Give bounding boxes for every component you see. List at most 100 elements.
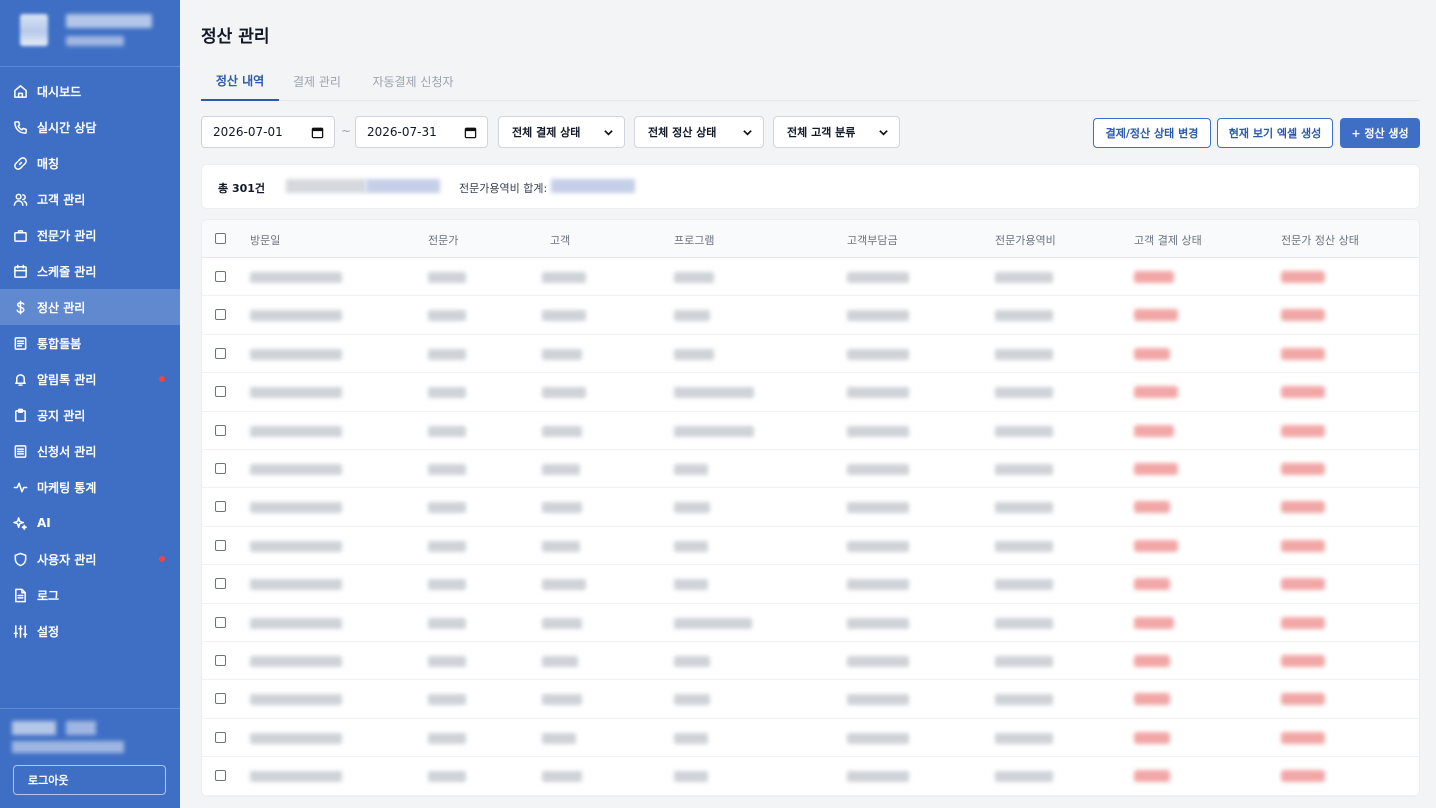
cell-redacted bbox=[542, 617, 582, 629]
cell-redacted bbox=[542, 348, 582, 360]
row-checkbox[interactable] bbox=[215, 424, 226, 436]
status-badge-redacted bbox=[1281, 693, 1325, 706]
sidebar-item-8[interactable]: 통합돌봄 bbox=[0, 325, 180, 361]
cell-redacted bbox=[428, 464, 466, 475]
customer-category-select[interactable]: 전체 고객 분류 bbox=[773, 116, 900, 148]
start-date-input[interactable]: 2026-07-01 bbox=[201, 116, 335, 148]
export-excel-button[interactable]: 현재 보기 엑셀 생성 bbox=[1217, 118, 1333, 148]
logout-button[interactable]: 로그아웃 bbox=[13, 765, 166, 795]
cell-redacted bbox=[995, 348, 1053, 360]
cell-redacted bbox=[995, 656, 1053, 667]
table-row[interactable] bbox=[202, 258, 1419, 297]
column-header-customer[interactable]: 고객 bbox=[550, 232, 570, 248]
status-badge-redacted bbox=[1134, 501, 1170, 514]
sidebar-item-7[interactable]: 정산 관리 bbox=[0, 289, 180, 325]
cell-redacted bbox=[847, 310, 909, 322]
row-checkbox[interactable] bbox=[215, 578, 226, 590]
cell-redacted bbox=[847, 464, 909, 475]
status-badge-redacted bbox=[1281, 386, 1325, 399]
table-row[interactable] bbox=[202, 527, 1419, 566]
table-row[interactable] bbox=[202, 565, 1419, 604]
create-settlement-button[interactable]: + 정산 생성 bbox=[1340, 118, 1420, 148]
tab-settlement-history[interactable]: 정산 내역 bbox=[201, 62, 279, 101]
cell-redacted bbox=[847, 656, 909, 667]
sidebar-item-12[interactable]: 마케팅 통계 bbox=[0, 469, 180, 505]
table-row[interactable] bbox=[202, 604, 1419, 642]
row-checkbox[interactable] bbox=[215, 271, 226, 282]
table-row[interactable] bbox=[202, 719, 1419, 758]
cell-redacted bbox=[847, 694, 909, 706]
table-row[interactable] bbox=[202, 296, 1419, 335]
sidebar-item-3[interactable]: 매칭 bbox=[0, 145, 180, 181]
home-icon bbox=[13, 84, 28, 99]
row-checkbox[interactable] bbox=[215, 770, 226, 782]
row-checkbox[interactable] bbox=[215, 309, 226, 321]
sidebar-item-10[interactable]: 공지 관리 bbox=[0, 397, 180, 433]
brand-logo[interactable] bbox=[18, 12, 168, 52]
cell-redacted bbox=[995, 387, 1053, 399]
select-all-checkbox[interactable] bbox=[215, 233, 226, 244]
calendar-icon[interactable] bbox=[311, 126, 324, 139]
sidebar-item-5[interactable]: 전문가 관리 bbox=[0, 217, 180, 253]
column-header-payment-status[interactable]: 고객 결제 상태 bbox=[1134, 232, 1202, 248]
sidebar-item-2[interactable]: 실시간 상담 bbox=[0, 109, 180, 145]
sidebar-item-9[interactable]: 알림톡 관리 bbox=[0, 361, 180, 397]
table-row[interactable] bbox=[202, 757, 1419, 796]
row-checkbox[interactable] bbox=[215, 463, 226, 474]
sidebar-item-11[interactable]: 신청서 관리 bbox=[0, 433, 180, 469]
row-checkbox[interactable] bbox=[215, 501, 226, 513]
column-header-customer-charge[interactable]: 고객부담금 bbox=[847, 232, 898, 248]
sidebar-item-13[interactable]: AI bbox=[0, 505, 180, 541]
end-date-input[interactable]: 2026-07-31 bbox=[355, 116, 488, 148]
cell-redacted bbox=[995, 540, 1053, 552]
sidebar-item-label: 정산 관리 bbox=[37, 300, 86, 315]
status-badge-redacted bbox=[1134, 463, 1178, 475]
cell-redacted bbox=[542, 656, 578, 667]
column-header-expert-fee[interactable]: 전문가용역비 bbox=[995, 232, 1056, 248]
tab-payment-management[interactable]: 결제 관리 bbox=[287, 62, 347, 101]
row-checkbox[interactable] bbox=[215, 693, 226, 705]
column-header-visit-date[interactable]: 방문일 bbox=[250, 232, 280, 248]
row-checkbox[interactable] bbox=[215, 655, 226, 666]
cell-redacted bbox=[674, 771, 708, 783]
table-row[interactable] bbox=[202, 642, 1419, 681]
column-header-settlement-status[interactable]: 전문가 정산 상태 bbox=[1281, 232, 1359, 248]
cell-redacted bbox=[674, 579, 708, 591]
table-row[interactable] bbox=[202, 373, 1419, 412]
settlement-status-select[interactable]: 전체 정산 상태 bbox=[634, 116, 764, 148]
status-badge-redacted bbox=[1281, 770, 1325, 783]
date-range-separator: ~ bbox=[341, 124, 352, 138]
row-checkbox[interactable] bbox=[215, 616, 226, 628]
row-checkbox[interactable] bbox=[215, 347, 226, 359]
cell-redacted bbox=[847, 771, 909, 783]
sidebar-item-6[interactable]: 스케줄 관리 bbox=[0, 253, 180, 289]
cell-redacted bbox=[674, 694, 710, 706]
table-row[interactable] bbox=[202, 335, 1419, 374]
table-row[interactable] bbox=[202, 680, 1419, 719]
calendar-icon[interactable] bbox=[464, 126, 477, 139]
row-checkbox[interactable] bbox=[215, 386, 226, 398]
payment-status-select[interactable]: 전체 결제 상태 bbox=[498, 116, 625, 148]
row-checkbox[interactable] bbox=[215, 731, 226, 743]
cell-redacted bbox=[250, 425, 342, 437]
cell-redacted bbox=[250, 310, 342, 322]
sidebar-item-15[interactable]: 로그 bbox=[0, 577, 180, 613]
cell-redacted bbox=[995, 694, 1053, 706]
column-header-expert[interactable]: 전문가 bbox=[428, 232, 458, 248]
sidebar-item-14[interactable]: 사용자 관리 bbox=[0, 541, 180, 577]
shield-icon bbox=[13, 552, 28, 567]
table-row[interactable] bbox=[202, 450, 1419, 489]
sidebar-item-16[interactable]: 설정 bbox=[0, 613, 180, 649]
cell-redacted bbox=[428, 540, 466, 552]
tab-auto-payment-applicants[interactable]: 자동결제 신청자 bbox=[367, 62, 459, 101]
sidebar-item-4[interactable]: 고객 관리 bbox=[0, 181, 180, 217]
column-header-program[interactable]: 프로그램 bbox=[674, 232, 714, 248]
table-row[interactable] bbox=[202, 412, 1419, 450]
table-row[interactable] bbox=[202, 488, 1419, 527]
change-status-button[interactable]: 결제/정산 상태 변경 bbox=[1093, 118, 1211, 148]
row-checkbox[interactable] bbox=[215, 539, 226, 551]
logo-icon bbox=[20, 14, 48, 46]
cell-redacted bbox=[847, 425, 909, 437]
sidebar-item-1[interactable]: 대시보드 bbox=[0, 73, 180, 109]
status-badge-redacted bbox=[1281, 424, 1325, 437]
